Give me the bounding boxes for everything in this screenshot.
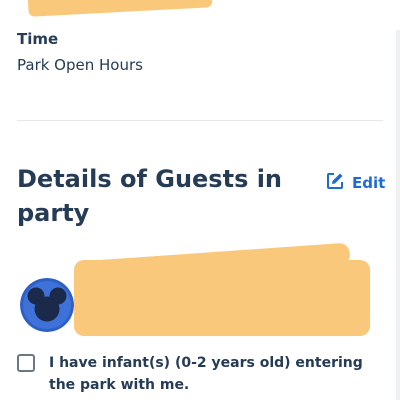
mickey-ears-icon	[20, 278, 74, 332]
redacted-header	[27, 0, 213, 17]
scrollbar[interactable]	[396, 30, 400, 400]
infant-checkbox-row[interactable]: I have infant(s) (0-2 years old) enterin…	[17, 352, 369, 396]
section-divider	[17, 120, 383, 121]
infant-checkbox[interactable]	[17, 354, 35, 372]
edit-guests-button[interactable]: Edit	[326, 172, 385, 194]
guest-avatar	[20, 278, 74, 332]
time-label: Time	[17, 30, 59, 48]
infant-checkbox-label: I have infant(s) (0-2 years old) enterin…	[49, 355, 363, 393]
edit-icon	[326, 172, 344, 194]
guests-section-title: Details of Guests in party	[17, 165, 283, 227]
time-value: Park Open Hours	[17, 56, 143, 74]
edit-label: Edit	[352, 174, 386, 192]
redacted-guest-name	[74, 260, 370, 336]
